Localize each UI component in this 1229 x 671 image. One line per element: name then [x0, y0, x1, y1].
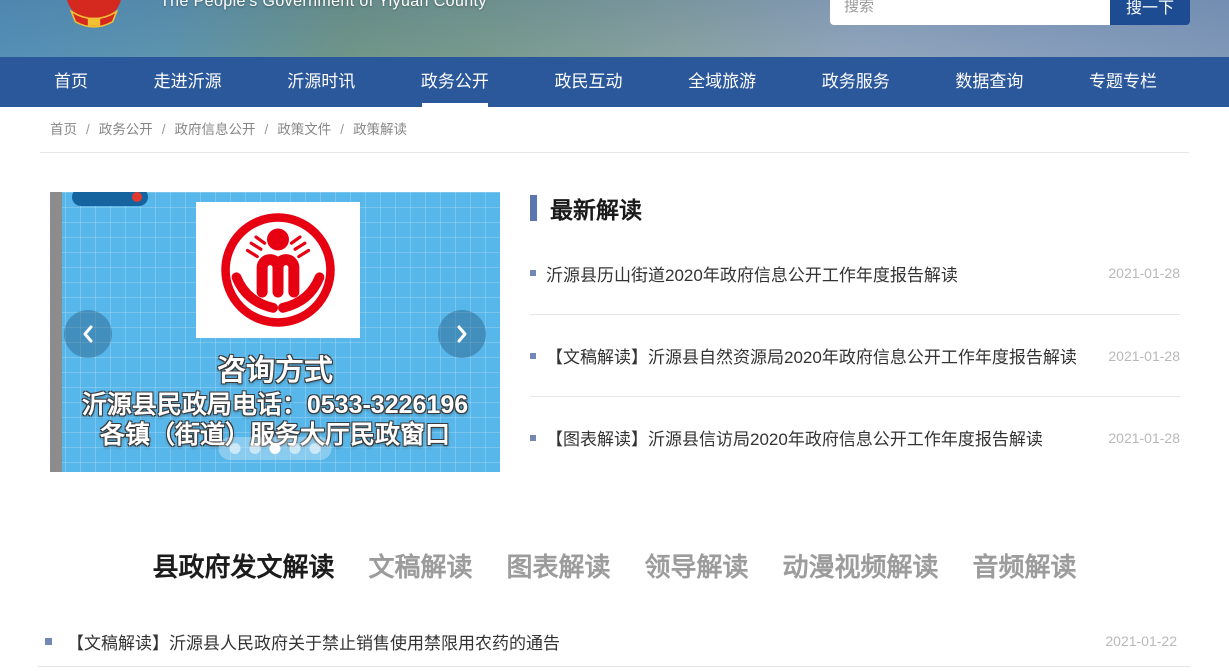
badge-dot [132, 192, 142, 202]
slide-badge [72, 192, 148, 206]
article-list: 【文稿解读】沂源县人民政府关于禁止销售使用禁限用农药的通告2021-01-22 [0, 624, 1229, 658]
news-title[interactable]: 沂源县历山街道2020年政府信息公开工作年度报告解读 [546, 261, 1088, 286]
tab-0[interactable]: 县政府发文解读 [152, 550, 334, 584]
site-header: The People's Government of Yiyuan County… [0, 0, 1229, 57]
search-bar: 搜一下 [830, 0, 1190, 25]
news-row: 【文稿解读】沂源县自然资源局2020年政府信息公开工作年度报告解读 2021-01… [530, 314, 1180, 396]
latest-section: 最新解读 沂源县历山街道2020年政府信息公开工作年度报告解读 2021-01-2… [530, 192, 1180, 478]
nav-item-5[interactable]: 全域旅游 [686, 57, 758, 107]
carousel[interactable]: 咨询方式 沂源县民政局电话：0533-3226196 各镇（街道）服务大厅民政窗… [50, 192, 500, 472]
slide-title: 咨询方式 [50, 352, 500, 390]
tab-3[interactable]: 领导解读 [645, 550, 749, 584]
tab-2[interactable]: 图表解读 [506, 550, 610, 584]
nav-item-2[interactable]: 沂源时讯 [285, 57, 357, 107]
tab-5[interactable]: 音频解读 [973, 550, 1077, 584]
search-input[interactable] [830, 0, 1110, 25]
carousel-dot-1[interactable] [250, 443, 261, 454]
breadcrumb: 首页 / 政务公开 / 政府信息公开 / 政策文件 / 政策解读 [50, 107, 407, 152]
breadcrumb-bar: 首页 / 政务公开 / 政府信息公开 / 政策文件 / 政策解读 [0, 107, 1229, 153]
nav-list: 首页 走进沂源 沂源时讯 政务公开 政民互动 全域旅游 政务服务 数据查询 专题专栏 [52, 57, 1159, 107]
latest-section-header: 最新解读 [530, 192, 1180, 224]
slide-caption: 咨询方式 沂源县民政局电话：0533-3226196 各镇（街道）服务大厅民政窗… [50, 352, 500, 450]
breadcrumb-item-4[interactable]: 政策解读 [353, 122, 407, 137]
breadcrumb-item-2[interactable]: 政府信息公开 [175, 122, 256, 137]
nav-item-3[interactable]: 政务公开 [419, 57, 491, 107]
breadcrumb-separator: / [265, 122, 269, 137]
breadcrumb-item-1[interactable]: 政务公开 [99, 122, 153, 137]
nav-item-4[interactable]: 政民互动 [553, 57, 625, 107]
bullet-icon [530, 435, 536, 441]
main-nav: 首页 走进沂源 沂源时讯 政务公开 政民互动 全域旅游 政务服务 数据查询 专题专栏 [0, 57, 1229, 107]
breadcrumb-item-3[interactable]: 政策文件 [277, 122, 331, 137]
civil-affairs-logo-icon [217, 209, 339, 331]
nav-item-6[interactable]: 政务服务 [820, 57, 892, 107]
article-title[interactable]: 【文稿解读】沂源县人民政府关于禁止销售使用禁限用农药的通告 [67, 629, 1105, 654]
carousel-dot-2[interactable] [270, 443, 281, 454]
chevron-left-icon [79, 323, 97, 345]
breadcrumb-separator: / [86, 122, 90, 137]
nav-item-1[interactable]: 走进沂源 [152, 57, 224, 107]
nav-item-7[interactable]: 数据查询 [953, 57, 1025, 107]
news-date: 2021-01-28 [1108, 430, 1180, 446]
tab-4[interactable]: 动漫视频解读 [783, 550, 939, 584]
latest-list: 沂源县历山街道2020年政府信息公开工作年度报告解读2021-01-28【文稿解… [530, 232, 1180, 478]
news-row: 【图表解读】沂源县信访局2020年政府信息公开工作年度报告解读 2021-01-2… [530, 396, 1180, 478]
bullet-icon [530, 270, 536, 276]
news-title[interactable]: 【图表解读】沂源县信访局2020年政府信息公开工作年度报告解读 [546, 425, 1088, 450]
civil-affairs-logo-box [196, 202, 360, 338]
carousel-dot-4[interactable] [310, 443, 321, 454]
carousel-dots [219, 437, 332, 460]
news-title[interactable]: 【文稿解读】沂源县自然资源局2020年政府信息公开工作年度报告解读 [546, 343, 1088, 368]
section-title: 最新解读 [550, 191, 642, 225]
news-date: 2021-01-28 [1108, 348, 1180, 364]
breadcrumb-item-0[interactable]: 首页 [50, 122, 77, 137]
carousel-prev-button[interactable] [64, 310, 112, 358]
category-tabs: 县政府发文解读文稿解读图表解读 领导解读动漫视频解读音频解读 [0, 550, 1229, 584]
search-button[interactable]: 搜一下 [1110, 0, 1190, 25]
news-row: 沂源县历山街道2020年政府信息公开工作年度报告解读 2021-01-28 [530, 232, 1180, 314]
accent-bar [530, 195, 537, 221]
breadcrumb-separator: / [162, 122, 166, 137]
nav-item-0[interactable]: 首页 [52, 57, 90, 107]
site-subtitle-en: The People's Government of Yiyuan County [160, 0, 487, 11]
divider [38, 666, 1190, 667]
national-emblem-logo [60, 0, 128, 30]
article-row: 【文稿解读】沂源县人民政府关于禁止销售使用禁限用农药的通告2021-01-22 [0, 624, 1229, 658]
carousel-dot-3[interactable] [290, 443, 301, 454]
bullet-icon [45, 638, 52, 645]
slide-line2: 沂源县民政局电话：0533-3226196 [50, 390, 500, 420]
carousel-dot-0[interactable] [230, 443, 241, 454]
tab-1[interactable]: 文稿解读 [368, 550, 472, 584]
chevron-right-icon [453, 323, 471, 345]
news-date: 2021-01-28 [1108, 265, 1180, 281]
article-date: 2021-01-22 [1105, 633, 1177, 649]
bullet-icon [530, 353, 536, 359]
breadcrumb-separator: / [340, 122, 344, 137]
carousel-next-button[interactable] [438, 310, 486, 358]
nav-item-8[interactable]: 专题专栏 [1087, 57, 1159, 107]
